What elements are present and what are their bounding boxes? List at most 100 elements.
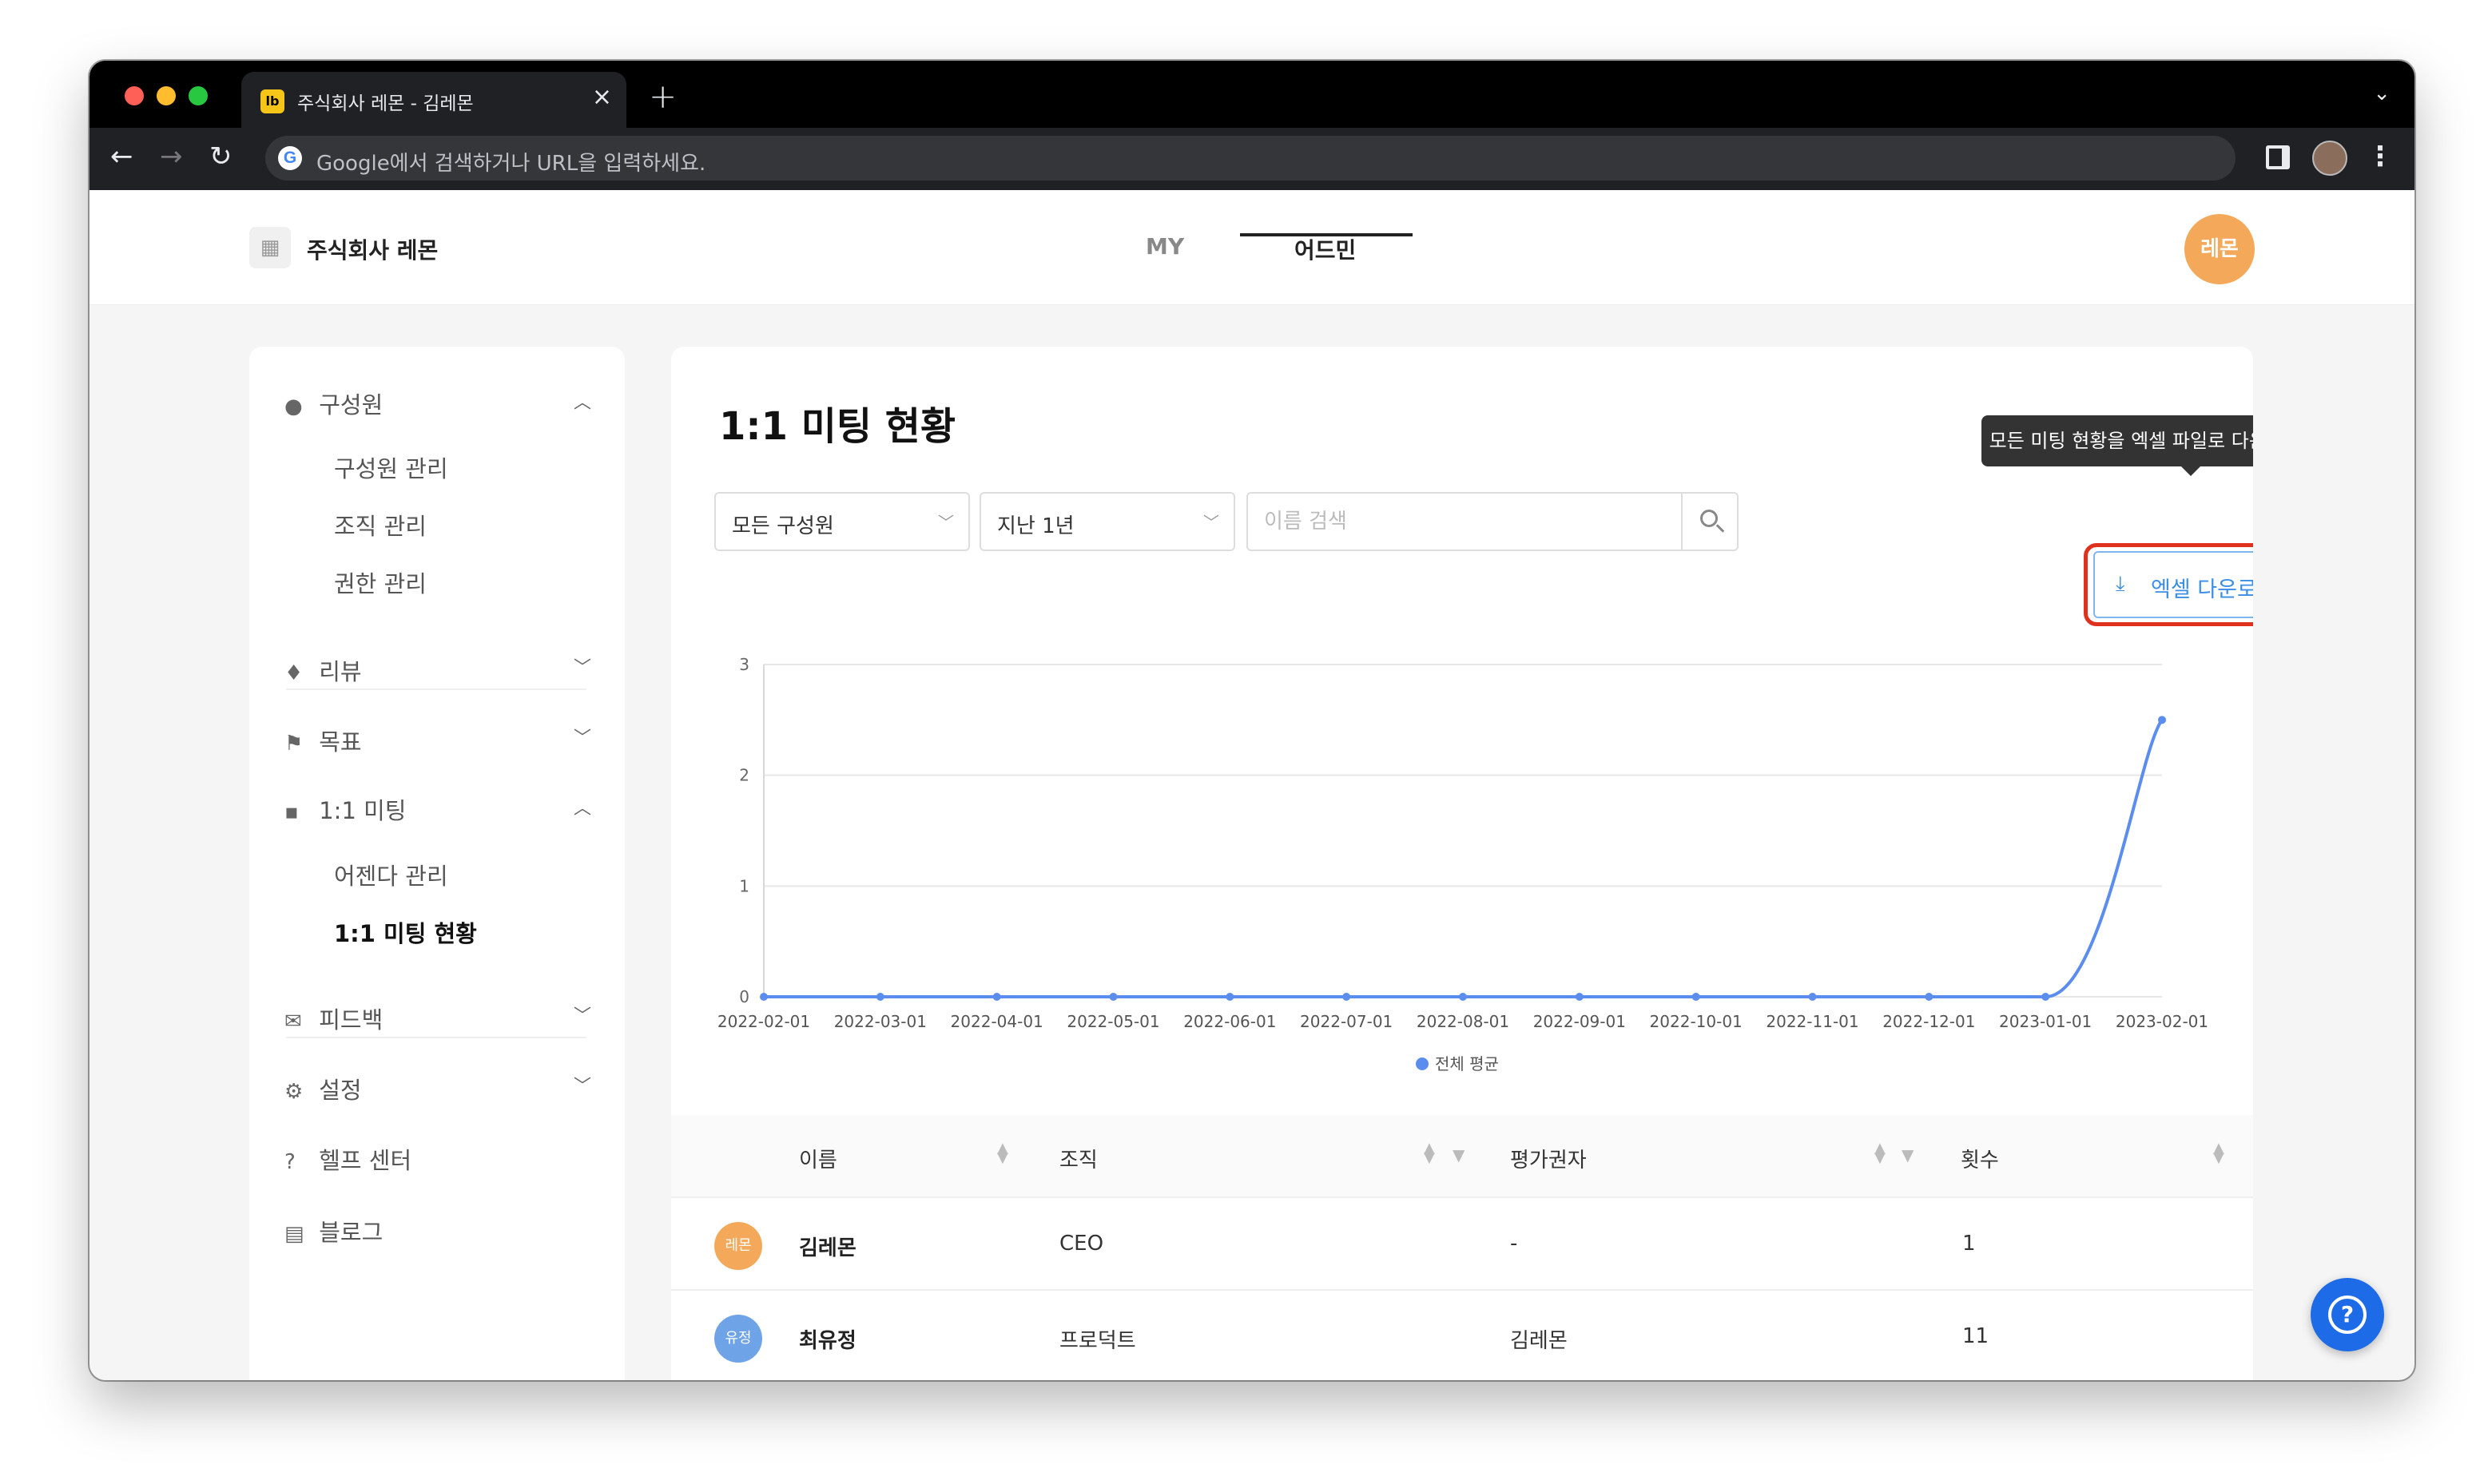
app-header: ▦ 주식회사 레몬 MY 어드민 레몬 <box>89 190 2414 305</box>
sidebar-section-review[interactable]: ♦ 리뷰 <box>284 653 362 687</box>
row-count: 1 <box>1962 1232 1976 1256</box>
y-tick-label: 2 <box>739 766 749 785</box>
column-name[interactable]: 이름 <box>799 1144 837 1173</box>
table-row[interactable]: 레몬 김레몬 CEO - 1 <box>671 1198 2253 1291</box>
row-evaluator: - <box>1510 1232 1518 1256</box>
sort-icon[interactable]: ▲ ▼ <box>997 1141 1008 1165</box>
x-tick-label: 2022-10-01 <box>1650 1012 1743 1031</box>
sort-icon[interactable]: ▲ ▼ <box>1424 1141 1435 1165</box>
data-point <box>992 993 1001 1001</box>
sidebar-section-members[interactable]: ● 구성원 <box>284 387 383 420</box>
forward-arrow-icon[interactable]: → <box>160 141 183 173</box>
period-filter-value: 지난 1년 <box>997 514 1075 538</box>
row-org: CEO <box>1059 1232 1104 1256</box>
company-name[interactable]: 주식회사 레몬 <box>307 233 438 265</box>
main-card: 1:1 미팅 현황 모든 구성원 ﹀ 지난 1년 ﹀ 모든 미팅 현황을 엑셀 … <box>671 347 2253 1380</box>
sidebar-item-member-management[interactable]: 구성원 관리 <box>334 450 448 484</box>
column-org[interactable]: 조직 <box>1059 1144 1098 1173</box>
chevron-down-icon[interactable]: ﹀ <box>574 724 591 749</box>
table-row[interactable]: 유정 최유정 프로덕트 김레몬 11 <box>671 1291 2253 1380</box>
filter-icon[interactable]: ▼ <box>1902 1145 1914 1165</box>
close-window-button[interactable] <box>125 86 144 105</box>
sidebar-section-label: 설정 <box>319 1077 362 1104</box>
user-avatar[interactable]: 레몬 <box>2184 214 2255 284</box>
y-tick-label: 1 <box>739 876 749 895</box>
search-button[interactable] <box>1681 494 1737 550</box>
search-icon-handle <box>1715 524 1725 533</box>
sidebar-section-goals[interactable]: ⚑ 목표 <box>284 724 362 757</box>
reload-icon[interactable]: ↻ <box>209 141 232 173</box>
tab-search-chevron-icon[interactable]: ⌄ <box>2373 81 2391 105</box>
active-tab-indicator <box>1240 233 1413 236</box>
period-filter-select[interactable]: 지난 1년 ﹀ <box>980 492 1235 551</box>
sidebar-item-help-center[interactable]: ? 헬프 센터 <box>284 1142 411 1176</box>
column-count[interactable]: 횟수 <box>1961 1144 1999 1173</box>
members-filter-select[interactable]: 모든 구성원 ﹀ <box>714 492 970 551</box>
maximize-window-button[interactable] <box>189 86 208 105</box>
page-title: 1:1 미팅 현황 <box>719 404 956 449</box>
minimize-window-button[interactable] <box>157 86 176 105</box>
sidebar-item-agenda-management[interactable]: 어젠다 관리 <box>334 858 448 891</box>
new-tab-icon[interactable]: + <box>649 77 677 116</box>
download-icon: ⤓ <box>2116 572 2125 596</box>
sidebar-item-org-management[interactable]: 조직 관리 <box>334 508 427 542</box>
excel-download-label: 엑셀 다운로드 <box>2151 577 2253 602</box>
data-point <box>2041 993 2050 1001</box>
gear-icon: ⚙ <box>284 1080 304 1104</box>
sort-icon[interactable]: ▲ ▼ <box>1874 1141 1886 1165</box>
sidebar-section-label: 목표 <box>319 728 362 756</box>
sidebar-section-label: 리뷰 <box>319 658 362 685</box>
thumbs-up-icon: ♦ <box>284 661 304 685</box>
x-tick-label: 2023-01-01 <box>1999 1012 2092 1031</box>
x-tick-label: 2022-05-01 <box>1067 1012 1159 1031</box>
excel-download-button[interactable]: ⤓ 엑셀 다운로드 <box>2093 551 2253 618</box>
sidebar-section-settings[interactable]: ⚙ 설정 <box>284 1072 362 1105</box>
help-question-icon: ? <box>2328 1296 2367 1334</box>
sidebar-section-meeting[interactable]: ▪ 1:1 미팅 <box>284 792 406 826</box>
sidebar-section-feedback[interactable]: ✉ 피드백 <box>284 1002 383 1035</box>
sidebar-item-label: 블로그 <box>319 1219 384 1246</box>
sidebar-item-meeting-status[interactable]: 1:1 미팅 현황 <box>334 915 477 949</box>
y-tick-label: 3 <box>739 655 749 674</box>
avatar: 유정 <box>714 1315 762 1363</box>
sidebar-item-permission-management[interactable]: 권한 관리 <box>334 565 427 599</box>
tab-admin[interactable]: 어드민 <box>1294 233 1356 265</box>
chevron-down-icon[interactable]: ﹀ <box>574 1072 591 1097</box>
tab-my[interactable]: MY <box>1146 233 1184 260</box>
data-point <box>2158 716 2166 724</box>
person-icon: ● <box>284 395 303 419</box>
column-evaluator[interactable]: 평가권자 <box>1510 1144 1587 1173</box>
table-header: 이름 ▲ ▼ 조직 ▲ ▼ ▼ 평가권자 ▲ ▼ ▼ 횟수 ▲ ▼ <box>671 1115 2253 1198</box>
chevron-down-icon[interactable]: ﹀ <box>574 653 591 679</box>
name-search-input[interactable] <box>1248 494 1683 550</box>
x-tick-label: 2022-02-01 <box>717 1012 810 1031</box>
search-icon <box>1700 510 1718 527</box>
filter-icon[interactable]: ▼ <box>1453 1145 1465 1165</box>
meeting-line-chart: 0 1 2 3 2022-02-01 2022-03-01 2022-04-01 2022-0… <box>717 655 2208 1073</box>
data-point <box>876 993 884 1001</box>
back-arrow-icon[interactable]: ← <box>110 141 133 173</box>
side-panel-icon[interactable] <box>2266 145 2290 169</box>
chevron-down-icon: ﹀ <box>1203 513 1219 532</box>
profile-avatar-icon[interactable] <box>2312 141 2347 176</box>
sidebar-divider <box>286 1037 586 1038</box>
data-point <box>1925 993 1934 1001</box>
help-chat-button[interactable]: ? <box>2311 1278 2384 1351</box>
data-point <box>1109 993 1118 1001</box>
address-bar[interactable]: G Google에서 검색하거나 URL을 입력하세요. <box>265 136 2236 181</box>
data-point <box>1575 993 1584 1001</box>
sidebar: ● 구성원 ︿ 구성원 관리 조직 관리 권한 관리 ♦ 리뷰 ﹀ ⚑ 목표 ﹀… <box>249 347 625 1380</box>
chevron-up-icon[interactable]: ︿ <box>574 794 591 819</box>
sort-icon[interactable]: ▲ ▼ <box>2213 1141 2224 1165</box>
more-menu-icon[interactable]: ⋮ <box>2367 141 2394 173</box>
x-tick-label: 2022-06-01 <box>1183 1012 1276 1031</box>
close-tab-icon[interactable]: × <box>592 83 612 111</box>
book-icon: ▤ <box>284 1222 304 1246</box>
row-org: 프로덕트 <box>1059 1329 1136 1353</box>
chevron-up-icon[interactable]: ︿ <box>574 388 591 414</box>
row-name: 김레몬 <box>799 1236 856 1260</box>
browser-tab[interactable]: lb 주식회사 레몬 - 김레몬 × <box>241 72 626 128</box>
sidebar-item-blog[interactable]: ▤ 블로그 <box>284 1214 383 1248</box>
chevron-down-icon[interactable]: ﹀ <box>574 1002 591 1027</box>
sidebar-section-label: 1:1 미팅 <box>319 797 407 824</box>
